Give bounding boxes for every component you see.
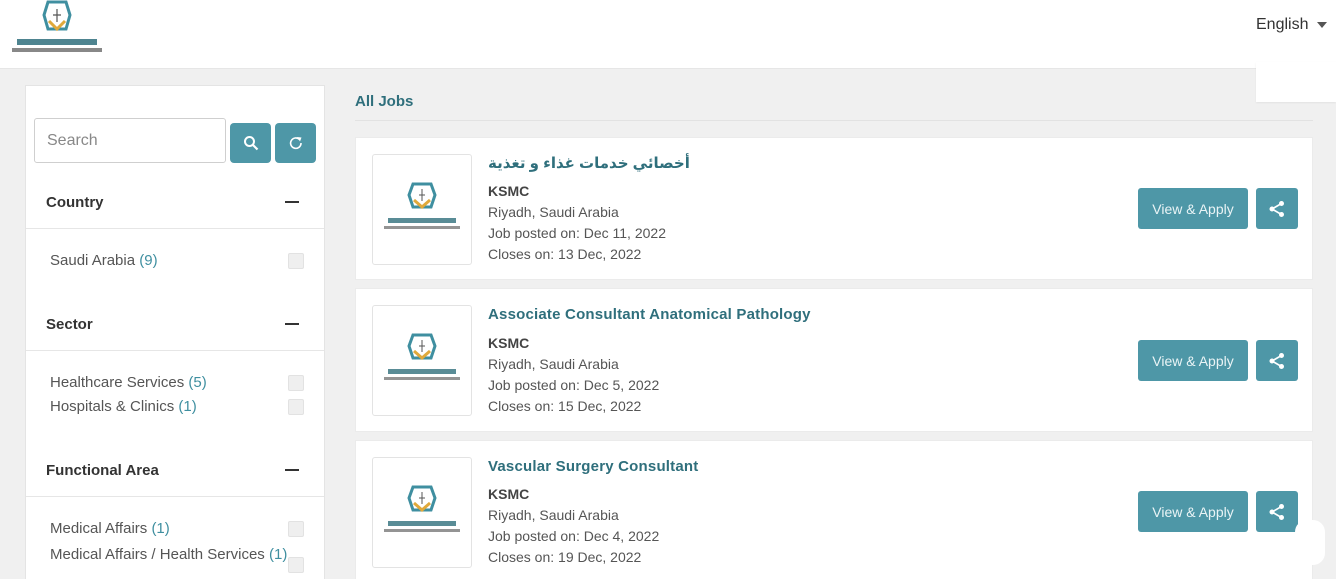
- checkbox-hospitals-clinics[interactable]: [288, 399, 304, 415]
- share-icon: [1269, 352, 1284, 369]
- checkbox-saudi-arabia[interactable]: [288, 253, 304, 269]
- caret-down-icon: [1317, 22, 1328, 28]
- divider: [26, 228, 324, 229]
- option-label: Hospitals & Clinics: [50, 398, 175, 415]
- refresh-icon: [289, 137, 302, 150]
- job-closing-date: Closes on: 15 Dec, 2022: [488, 398, 642, 414]
- job-closing-date: Closes on: 13 Dec, 2022: [488, 246, 642, 262]
- share-icon: [1269, 200, 1284, 217]
- job-title-link[interactable]: Vascular Surgery Consultant: [488, 458, 698, 475]
- job-title-link[interactable]: Associate Consultant Anatomical Patholog…: [488, 306, 811, 323]
- view-apply-button[interactable]: View & Apply: [1138, 188, 1248, 229]
- filter-functional-area-header[interactable]: Functional Area: [26, 457, 324, 487]
- ksmc-logo-icon: [12, 0, 102, 52]
- filter-title: Sector: [46, 316, 93, 333]
- filter-title: Country: [46, 194, 104, 211]
- ksmc-logo[interactable]: [12, 0, 102, 56]
- job-location: Riyadh, Saudi Arabia: [488, 204, 619, 220]
- job-location: Riyadh, Saudi Arabia: [488, 507, 619, 523]
- filter-option-healthcare-services: Healthcare Services (5): [50, 374, 320, 396]
- job-company: KSMC: [488, 335, 530, 351]
- option-count: (9): [139, 252, 158, 269]
- checkbox-healthcare-services[interactable]: [288, 375, 304, 391]
- search-button[interactable]: [230, 123, 271, 163]
- company-logo: [372, 305, 472, 416]
- site-header: English: [0, 0, 1336, 69]
- share-button[interactable]: [1256, 491, 1298, 532]
- company-logo: [372, 154, 472, 265]
- filter-option-medical-affairs-health-services: Medical Affairs / Health Services (1): [50, 544, 320, 579]
- job-posted-date: Job posted on: Dec 11, 2022: [488, 225, 666, 241]
- language-dropdown-panel: [1256, 62, 1336, 102]
- company-logo: [372, 457, 472, 568]
- filter-option-hospitals-clinics: Hospitals & Clinics (1): [50, 398, 320, 420]
- filter-option-saudi-arabia: Saudi Arabia (9): [50, 252, 320, 274]
- search-input[interactable]: [34, 118, 226, 163]
- option-count: (1): [178, 398, 197, 415]
- language-label: English: [1256, 16, 1309, 33]
- share-icon: [1269, 503, 1284, 520]
- ksmc-logo-icon: [384, 333, 460, 380]
- job-card: Vascular Surgery Consultant KSMC Riyadh,…: [355, 440, 1313, 579]
- job-card: أخصائي خدمات غذاء و تغذية KSMC Riyadh, S…: [355, 137, 1313, 280]
- share-button[interactable]: [1256, 340, 1298, 381]
- option-label: Medical Affairs / Health Services: [50, 546, 265, 563]
- option-count: (1): [151, 520, 170, 537]
- job-company: KSMC: [488, 486, 530, 502]
- option-label: Saudi Arabia: [50, 252, 136, 269]
- job-location: Riyadh, Saudi Arabia: [488, 356, 619, 372]
- divider: [355, 120, 1313, 121]
- option-label: Healthcare Services: [50, 374, 185, 391]
- view-apply-button[interactable]: View & Apply: [1138, 491, 1248, 532]
- filter-country-header[interactable]: Country: [26, 189, 324, 219]
- divider: [26, 496, 324, 497]
- option-label: Medical Affairs: [50, 520, 148, 537]
- view-apply-button[interactable]: View & Apply: [1138, 340, 1248, 381]
- page-title: All Jobs: [355, 93, 414, 110]
- job-posted-date: Job posted on: Dec 4, 2022: [488, 528, 660, 544]
- language-selector[interactable]: English: [1256, 16, 1328, 34]
- checkbox-medical-affairs[interactable]: [288, 521, 304, 537]
- job-card: Associate Consultant Anatomical Patholog…: [355, 288, 1313, 432]
- chat-widget-edge[interactable]: [1295, 520, 1325, 565]
- ksmc-logo-icon: [384, 182, 460, 229]
- minus-icon[interactable]: [285, 201, 299, 203]
- filters-sidebar: Country Saudi Arabia (9) Sector Healthca…: [25, 85, 325, 579]
- checkbox-medical-affairs-health-services[interactable]: [288, 557, 304, 573]
- filter-option-medical-affairs: Medical Affairs (1): [50, 520, 320, 542]
- ksmc-logo-icon: [384, 485, 460, 532]
- minus-icon[interactable]: [285, 323, 299, 325]
- filter-title: Functional Area: [46, 462, 159, 479]
- share-button[interactable]: [1256, 188, 1298, 229]
- option-count: (1): [268, 546, 288, 563]
- job-closing-date: Closes on: 19 Dec, 2022: [488, 549, 642, 565]
- search-icon: [243, 136, 258, 151]
- divider: [26, 350, 324, 351]
- reset-button[interactable]: [275, 123, 316, 163]
- minus-icon[interactable]: [285, 469, 299, 471]
- option-count: (5): [188, 374, 207, 391]
- job-posted-date: Job posted on: Dec 5, 2022: [488, 377, 660, 393]
- filter-sector-header[interactable]: Sector: [26, 311, 324, 341]
- job-company: KSMC: [488, 183, 530, 199]
- job-title-link[interactable]: أخصائي خدمات غذاء و تغذية: [488, 154, 690, 172]
